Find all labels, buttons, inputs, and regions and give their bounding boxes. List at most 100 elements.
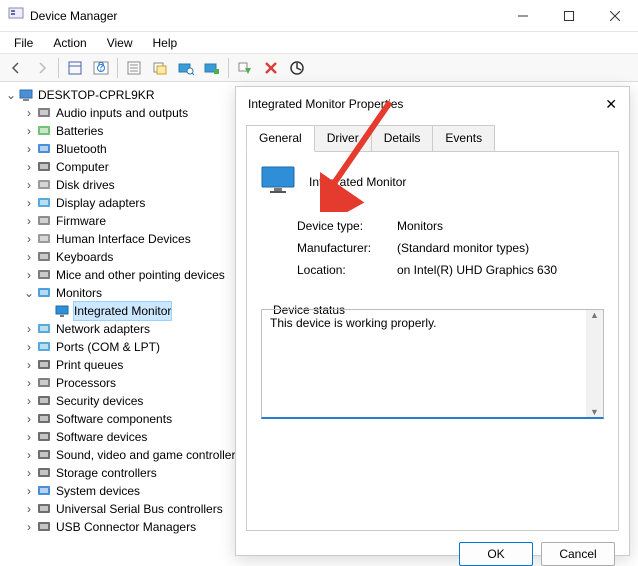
menu-help[interactable]: Help [145,34,186,52]
forward-button[interactable] [30,56,54,80]
close-button[interactable] [592,0,638,32]
category-icon [36,231,52,247]
chevron-down-icon[interactable]: ⌄ [4,86,18,104]
category-icon [36,213,52,229]
ok-button[interactable]: OK [459,542,533,566]
chevron-right-icon[interactable]: › [22,500,36,518]
tab-events[interactable]: Events [432,125,495,152]
chevron-right-icon[interactable]: › [22,392,36,410]
svg-text:?: ? [98,60,105,74]
tab-driver[interactable]: Driver [314,125,372,152]
chevron-right-icon[interactable]: › [22,410,36,428]
category-icon [36,195,52,211]
chevron-right-icon[interactable]: › [22,464,36,482]
tree-item-label: Security devices [56,392,143,410]
tree-item-label: Monitors [56,284,102,302]
tree-item-label: Software components [56,410,172,428]
tree-item-label: Universal Serial Bus controllers [56,500,223,518]
chevron-right-icon[interactable]: › [22,446,36,464]
tree-item-label: Batteries [56,122,103,140]
tab-general[interactable]: General [246,125,315,152]
add-driver-button[interactable] [200,56,224,80]
value-location: on Intel(R) UHD Graphics 630 [397,263,557,277]
tree-item-label: Keyboards [56,248,113,266]
show-hide-button[interactable] [63,56,87,80]
chevron-right-icon[interactable]: › [22,176,36,194]
chevron-right-icon[interactable]: › [22,482,36,500]
category-icon [36,411,52,427]
device-status-text: This device is working properly. [270,316,437,330]
chevron-right-icon[interactable]: › [22,320,36,338]
minimize-button[interactable] [500,0,546,32]
chevron-right-icon[interactable]: › [22,212,36,230]
tree-item-label: Human Interface Devices [56,230,191,248]
tree-item-label: Bluetooth [56,140,107,158]
maximize-button[interactable] [546,0,592,32]
properties-button[interactable] [122,56,146,80]
disable-device-button[interactable] [285,56,309,80]
tree-item-label: Ports (COM & LPT) [56,338,160,356]
chevron-right-icon[interactable]: › [22,338,36,356]
tree-item-label: Mice and other pointing devices [56,266,225,284]
category-icon [36,249,52,265]
category-icon [36,159,52,175]
chevron-right-icon[interactable]: › [22,158,36,176]
titlebar: Device Manager [0,0,638,32]
scrollbar[interactable]: ▲▼ [586,310,603,417]
tree-item-label: Display adapters [56,194,145,212]
tree-item-label: Audio inputs and outputs [56,104,188,122]
tree-item-label: Network adapters [56,320,150,338]
device-status-box[interactable]: This device is working properly. ▲▼ [261,309,604,419]
menu-file[interactable]: File [6,34,41,52]
update-driver-button[interactable] [148,56,172,80]
uninstall-device-button[interactable] [259,56,283,80]
tree-item-label: Integrated Monitor [74,302,171,320]
category-icon [36,177,52,193]
chevron-right-icon[interactable]: › [22,230,36,248]
chevron-right-icon[interactable]: › [22,194,36,212]
chevron-right-icon[interactable]: › [22,356,36,374]
enable-device-button[interactable] [233,56,257,80]
dialog-title: Integrated Monitor Properties [248,97,587,111]
app-icon [8,6,24,25]
back-button[interactable] [4,56,28,80]
tree-item-label: USB Connector Managers [56,518,196,536]
chevron-right-icon[interactable]: › [22,374,36,392]
toolbar: ? [0,54,638,82]
chevron-right-icon[interactable]: › [22,104,36,122]
help-button[interactable]: ? [89,56,113,80]
chevron-down-icon[interactable]: ⌄ [22,284,36,302]
category-icon [36,105,52,121]
category-icon [36,393,52,409]
category-icon [36,141,52,157]
menu-view[interactable]: View [99,34,141,52]
scan-hardware-button[interactable] [174,56,198,80]
category-icon [36,285,52,301]
category-icon [36,339,52,355]
category-icon [36,501,52,517]
chevron-right-icon[interactable]: › [22,518,36,536]
dialog-close-button[interactable]: ✕ [587,96,617,113]
chevron-right-icon[interactable]: › [22,122,36,140]
label-location: Location: [297,263,397,277]
tab-details[interactable]: Details [371,125,434,152]
category-icon [36,429,52,445]
cancel-button[interactable]: Cancel [541,542,615,566]
chevron-right-icon[interactable]: › [22,428,36,446]
category-icon [36,465,52,481]
tree-item-label: Storage controllers [56,464,157,482]
category-icon [36,123,52,139]
window-title: Device Manager [30,9,500,23]
value-manufacturer: (Standard monitor types) [397,241,529,255]
value-device-type: Monitors [397,219,443,233]
tree-item-label: Firmware [56,212,106,230]
category-icon [36,447,52,463]
chevron-right-icon[interactable]: › [22,266,36,284]
chevron-right-icon[interactable]: › [22,248,36,266]
monitor-icon [261,166,295,197]
label-manufacturer: Manufacturer: [297,241,397,255]
menu-action[interactable]: Action [45,34,94,52]
chevron-right-icon[interactable]: › [22,140,36,158]
pc-icon [18,87,34,103]
category-icon [36,267,52,283]
